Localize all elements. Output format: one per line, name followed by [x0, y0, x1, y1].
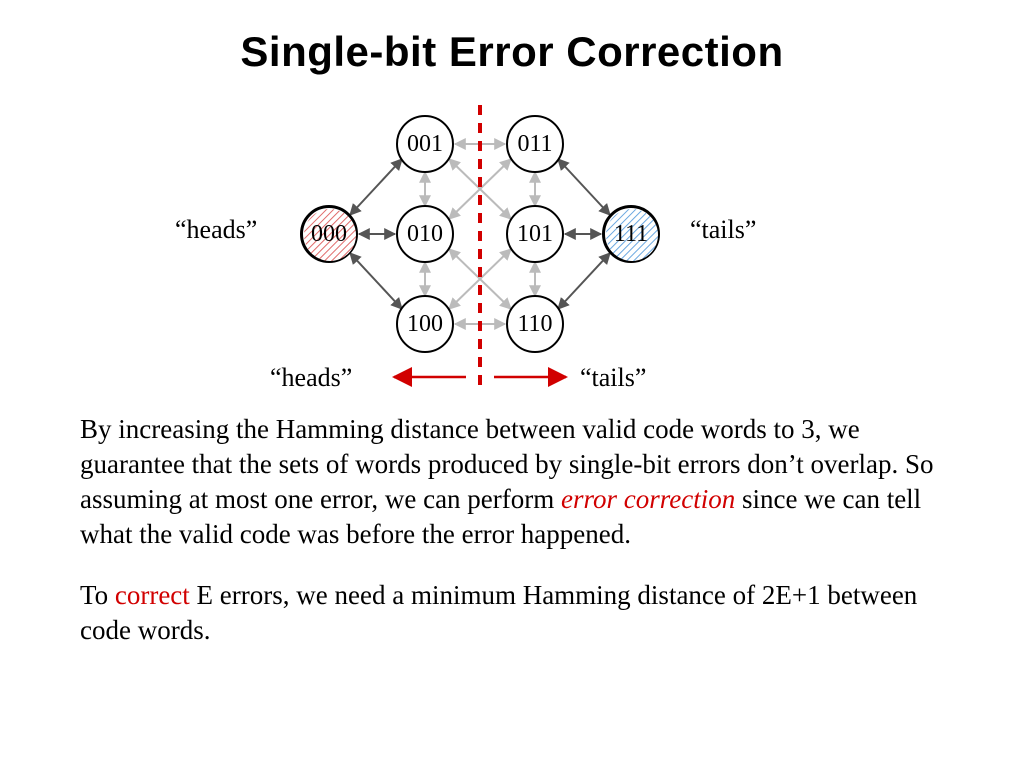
node-label: 001 — [407, 131, 443, 158]
page-title: Single-bit Error Correction — [0, 28, 1024, 76]
node-101: 101 — [506, 205, 564, 263]
node-label: 010 — [407, 221, 443, 248]
label-heads-bottom: “heads” — [270, 363, 352, 393]
node-label: 100 — [407, 311, 443, 338]
paragraph-1: By increasing the Hamming distance betwe… — [80, 412, 950, 552]
node-label: 000 — [311, 221, 347, 248]
slide: Single-bit Error Correction — [0, 0, 1024, 768]
node-100: 100 — [396, 295, 454, 353]
node-label: 011 — [517, 131, 552, 158]
node-011: 011 — [506, 115, 564, 173]
p2-red: correct — [115, 580, 190, 610]
node-110: 110 — [506, 295, 564, 353]
node-label: 110 — [517, 311, 552, 338]
p2-a: To — [80, 580, 115, 610]
node-001: 001 — [396, 115, 454, 173]
paragraph-2: To correct E errors, we need a minimum H… — [80, 578, 950, 648]
label-heads-top: “heads” — [175, 215, 257, 245]
node-010: 010 — [396, 205, 454, 263]
node-000: 000 — [300, 205, 358, 263]
label-tails-bottom: “tails” — [580, 363, 646, 393]
p2-b: E errors, we need a minimum Hamming dist… — [80, 580, 917, 645]
node-111: 111 — [602, 205, 660, 263]
p1-em: error correction — [561, 484, 735, 514]
node-label: 111 — [614, 221, 648, 248]
body-text: By increasing the Hamming distance betwe… — [80, 412, 950, 675]
hamming-diagram: 000 001 010 100 011 101 110 111 “heads” … — [170, 105, 854, 385]
node-label: 101 — [517, 221, 553, 248]
label-tails-top: “tails” — [690, 215, 756, 245]
